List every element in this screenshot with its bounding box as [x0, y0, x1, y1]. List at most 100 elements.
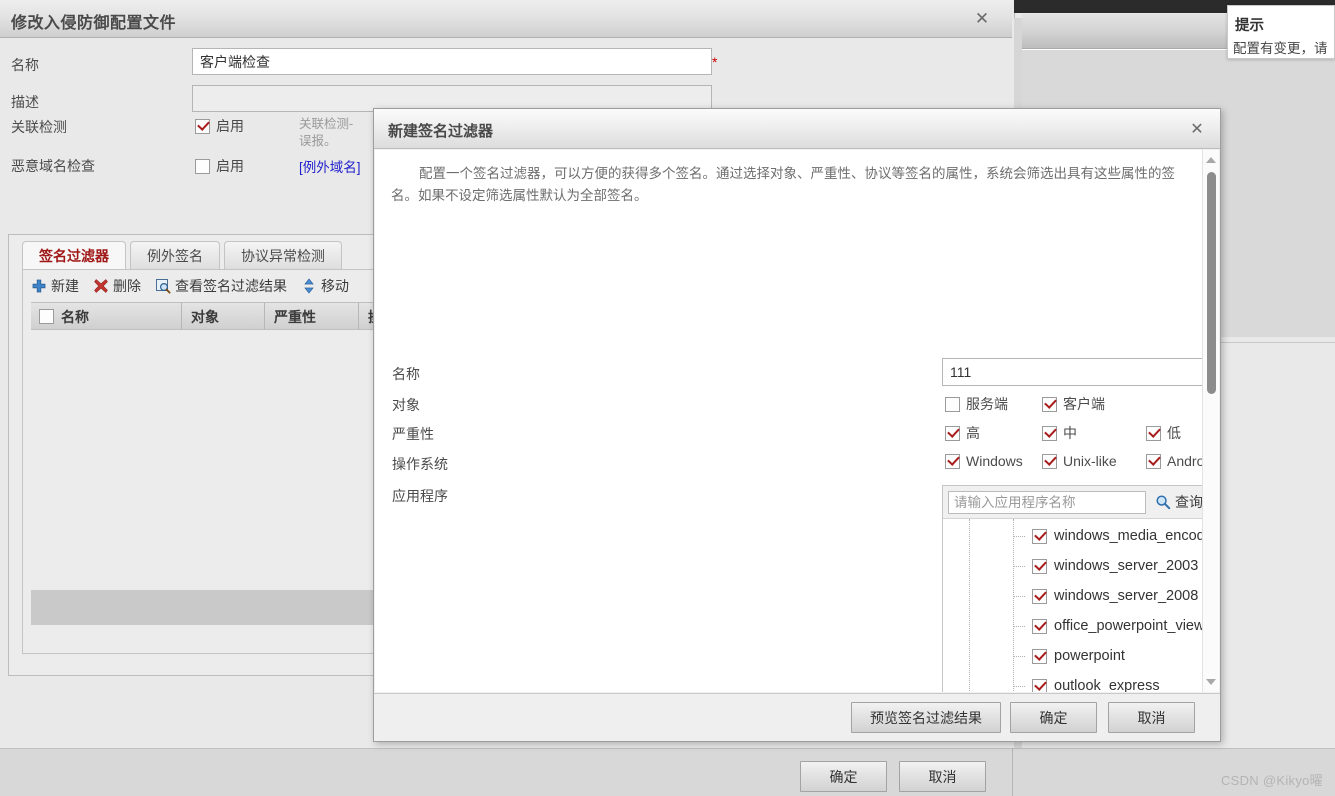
modal-titlebar: 新建签名过滤器 ✕: [374, 109, 1220, 149]
os-option-windows[interactable]: Windows: [945, 453, 1023, 469]
background-bottom-bar-separator: [1012, 748, 1013, 796]
application-search-input[interactable]: [948, 491, 1146, 514]
severity-option-high[interactable]: 高: [945, 423, 980, 443]
tab-exception-signature[interactable]: 例外签名: [130, 241, 220, 269]
checkbox-icon[interactable]: [1032, 528, 1047, 544]
checkbox-icon: [1146, 453, 1161, 469]
list-item-label: windows_media_encoder: [1054, 528, 1218, 544]
checkbox-icon[interactable]: [1032, 558, 1047, 574]
plus-icon: [31, 278, 47, 294]
modal-app-label: 应用程序: [392, 488, 448, 504]
tree-dash-icon: [1013, 685, 1025, 687]
modal-vertical-scrollbar[interactable]: [1202, 150, 1219, 692]
list-item[interactable]: office_powerpoint_viewer: [1013, 611, 1217, 641]
scroll-thumb[interactable]: [1207, 172, 1216, 394]
main-assoc-checkbox[interactable]: 启用: [195, 116, 244, 136]
tab-label: 协议异常检测: [241, 248, 325, 264]
new-button[interactable]: 新建: [31, 276, 79, 296]
list-item[interactable]: windows_server_2008: [1013, 581, 1198, 611]
select-all-checkbox[interactable]: [39, 309, 54, 324]
checkbox-icon: [945, 453, 960, 469]
tree-guide-line: [969, 519, 971, 692]
modal-title: 新建签名过滤器: [388, 123, 494, 140]
notice-popup: 提示 配置有变更，请: [1227, 5, 1335, 59]
screen-root: CSDN @Kikyo曜 修改入侵防御配置文件 ✕ 名称 * 描述 关联检测 启…: [0, 0, 1335, 796]
grid-column-label: 严重性: [274, 309, 316, 325]
os-option-label: Unix-like: [1063, 453, 1117, 469]
checkbox-icon: [195, 158, 210, 174]
list-item-label: powerpoint: [1054, 648, 1125, 664]
notice-title: 提示: [1235, 18, 1264, 34]
severity-option-low[interactable]: 低: [1146, 423, 1181, 443]
checkbox-icon[interactable]: [1032, 648, 1047, 664]
move-button[interactable]: 移动: [301, 276, 349, 296]
main-malicious-checkbox[interactable]: 启用: [195, 156, 244, 176]
checkbox-icon: [1042, 453, 1057, 469]
list-item[interactable]: windows_media_encoder: [1013, 521, 1218, 551]
list-item-label: outlook_express: [1054, 678, 1160, 692]
modal-os-label: 操作系统: [392, 456, 448, 472]
view-filter-result-button[interactable]: 查看签名过滤结果: [155, 276, 287, 296]
modal-severity-label: 严重性: [392, 426, 434, 442]
move-updown-icon: [301, 278, 317, 294]
grid-column-object[interactable]: 对象: [181, 303, 264, 331]
exception-domain-link[interactable]: [例外域名]: [299, 156, 361, 176]
application-query-button[interactable]: 查询: [1155, 492, 1203, 512]
list-item-label: office_powerpoint_viewer: [1054, 618, 1218, 634]
scroll-up-arrow-icon[interactable]: [1203, 152, 1219, 168]
checkbox-icon[interactable]: [1032, 588, 1047, 604]
severity-option-label: 高: [966, 425, 980, 441]
os-option-unix-like[interactable]: Unix-like: [1042, 453, 1117, 469]
checkbox-icon: [1146, 425, 1161, 441]
checkbox-icon: [195, 118, 210, 134]
main-malicious-checkbox-label: 启用: [216, 158, 244, 174]
tree-dash-icon: [1013, 595, 1025, 597]
checkbox-icon[interactable]: [1032, 618, 1047, 634]
tab-protocol-anomaly[interactable]: 协议异常检测: [224, 241, 342, 269]
application-program-box: 查询 windows_media_encoder windows_serve: [942, 485, 1219, 692]
view-result-icon: [155, 278, 171, 294]
tab-label: 签名过滤器: [39, 248, 109, 264]
tab-signature-filter[interactable]: 签名过滤器: [22, 241, 126, 269]
severity-option-medium[interactable]: 中: [1042, 423, 1077, 443]
delete-x-icon: [93, 278, 109, 294]
modal-cancel-button[interactable]: 取消: [1108, 702, 1195, 733]
object-option-label: 客户端: [1063, 396, 1105, 412]
checkbox-icon: [945, 425, 960, 441]
delete-button[interactable]: 删除: [93, 276, 141, 296]
object-option-client[interactable]: 客户端: [1042, 394, 1105, 414]
scroll-down-arrow-icon[interactable]: [1203, 674, 1219, 690]
main-cancel-button[interactable]: 取消: [899, 761, 986, 792]
object-option-server[interactable]: 服务端: [945, 394, 1008, 414]
modal-name-input[interactable]: [942, 358, 1219, 386]
preview-filter-result-button[interactable]: 预览签名过滤结果: [851, 702, 1001, 733]
severity-option-label: 低: [1167, 425, 1181, 441]
main-name-label: 名称: [11, 57, 39, 73]
modal-ok-button[interactable]: 确定: [1010, 702, 1097, 733]
tree-dash-icon: [1013, 625, 1025, 627]
list-item[interactable]: powerpoint: [1013, 641, 1125, 671]
close-icon[interactable]: ✕: [1184, 118, 1210, 140]
grid-column-severity[interactable]: 严重性: [264, 303, 358, 331]
close-icon[interactable]: ✕: [967, 8, 997, 30]
list-item-label: windows_server_2003: [1054, 558, 1199, 574]
new-signature-filter-dialog: 新建签名过滤器 ✕ 配置一个签名过滤器，可以方便的获得多个签名。通过选择对象、严…: [373, 108, 1221, 742]
tree-dash-icon: [1013, 655, 1025, 657]
main-name-input[interactable]: [192, 48, 712, 75]
application-search-bar: 查询: [943, 486, 1219, 519]
list-item-label: windows_server_2008: [1054, 588, 1199, 604]
list-item[interactable]: outlook_express: [1013, 671, 1160, 692]
main-dialog-footer: 确定 取消: [0, 738, 1012, 792]
grid-column-label: 对象: [191, 309, 219, 325]
list-item[interactable]: windows_server_2003: [1013, 551, 1198, 581]
main-desc-label: 描述: [11, 94, 39, 110]
move-button-label: 移动: [321, 278, 349, 294]
search-icon: [1155, 494, 1171, 510]
new-button-label: 新建: [51, 278, 79, 294]
checkbox-icon[interactable]: [1032, 678, 1047, 692]
main-name-required-star: *: [712, 54, 718, 70]
main-ok-button[interactable]: 确定: [800, 761, 887, 792]
os-option-label: Windows: [966, 453, 1023, 469]
view-filter-result-label: 查看签名过滤结果: [175, 278, 287, 294]
application-list: windows_media_encoder windows_server_200…: [943, 519, 1219, 692]
